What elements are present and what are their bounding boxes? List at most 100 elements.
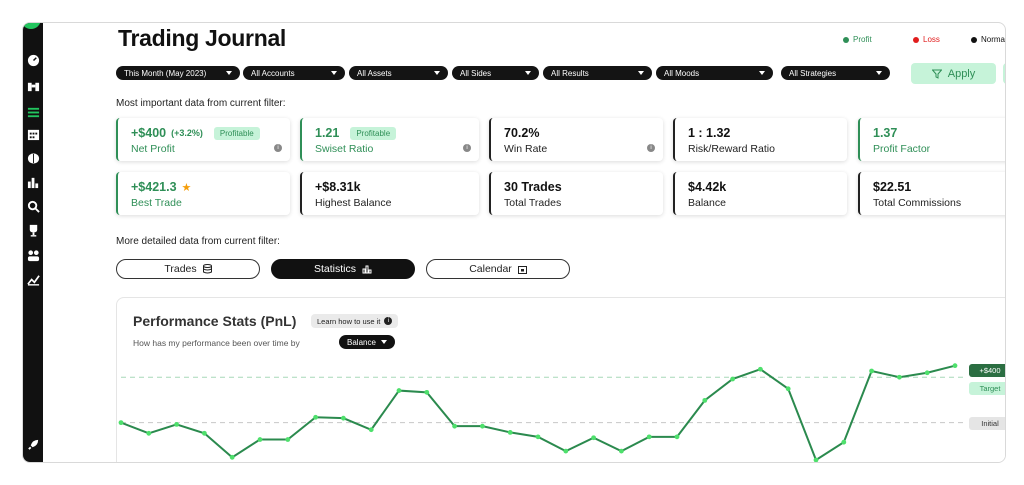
data-point[interactable] <box>313 414 318 420</box>
data-point[interactable] <box>674 434 680 440</box>
list-icon[interactable] <box>26 105 40 119</box>
filter-period[interactable]: This Month (May 2023) <box>116 66 240 80</box>
filter-accounts[interactable]: All Accounts <box>243 66 345 80</box>
data-point[interactable] <box>785 386 791 392</box>
data-point[interactable] <box>118 420 124 426</box>
stat-label: Win Rate <box>504 143 548 155</box>
caret-down-icon <box>525 71 531 75</box>
tab-statistics[interactable]: Statistics <box>271 259 415 279</box>
filter-label: All Accounts <box>251 68 295 78</box>
data-point[interactable] <box>758 366 763 372</box>
stat-label: Swiset Ratio <box>315 143 374 155</box>
binoculars-icon[interactable] <box>26 79 40 93</box>
trophy-icon[interactable] <box>26 223 40 237</box>
rocket-icon[interactable] <box>26 437 40 451</box>
trend-icon[interactable] <box>26 272 40 286</box>
data-point[interactable] <box>229 454 235 460</box>
data-point[interactable] <box>952 363 958 369</box>
stat-sub-value: (+3.2%) <box>171 128 203 138</box>
caret-down-icon <box>759 71 765 75</box>
stat-value-row: 70.2% <box>504 126 539 140</box>
data-point[interactable] <box>257 437 263 442</box>
legend-profit: Profit <box>843 35 872 44</box>
stat-card: $22.51 Total Commissions <box>858 172 1005 215</box>
stat-label: Risk/Reward Ratio <box>688 143 775 155</box>
dashboard-icon[interactable] <box>26 53 40 67</box>
filter-strategies[interactable]: All Strategies <box>781 66 890 80</box>
stat-card: 70.2% Win Rate i <box>489 118 663 161</box>
data-point[interactable] <box>702 397 708 403</box>
data-point[interactable] <box>341 415 346 421</box>
stat-value: 1.21 <box>315 126 340 140</box>
info-icon[interactable]: i <box>463 144 471 152</box>
legend-label: Profit <box>853 35 872 44</box>
data-point[interactable] <box>396 388 402 393</box>
data-point[interactable] <box>368 427 374 433</box>
data-point[interactable] <box>174 422 179 427</box>
data-point[interactable] <box>924 370 930 376</box>
calendar-icon[interactable] <box>26 127 40 141</box>
data-point[interactable] <box>507 430 513 435</box>
stat-card: 30 Trades Total Trades <box>489 172 663 215</box>
users-icon[interactable] <box>26 248 40 262</box>
apply-button[interactable]: Apply <box>911 63 996 84</box>
stat-value: $4.42k <box>688 180 727 194</box>
status-badge: Profitable <box>213 126 260 140</box>
profit-dot-icon <box>843 36 849 43</box>
data-point[interactable] <box>619 448 624 454</box>
logo-icon <box>23 23 41 29</box>
tab-label: Trades <box>164 263 197 275</box>
filter-label: All Moods <box>664 68 700 78</box>
data-point[interactable] <box>452 423 457 429</box>
data-point[interactable] <box>146 430 152 436</box>
stat-value-row: 1.37 <box>873 126 897 140</box>
stat-value-row: 1 : 1.32 <box>688 126 730 140</box>
reset-button[interactable] <box>1003 63 1005 84</box>
data-point[interactable] <box>480 423 485 429</box>
stat-card: $4.42k Balance <box>673 172 847 215</box>
end-value-label: +$400 <box>969 364 1005 377</box>
target-label: Target <box>969 382 1005 395</box>
filter-moods[interactable]: All Moods <box>656 66 773 80</box>
data-point[interactable] <box>591 435 596 441</box>
balance-series-line <box>120 364 956 462</box>
caret-down-icon <box>876 71 882 75</box>
tab-label: Calendar <box>469 263 512 275</box>
filter-assets[interactable]: All Assets <box>349 66 448 80</box>
filter-sides[interactable]: All Sides <box>452 66 539 80</box>
data-point[interactable] <box>841 439 847 445</box>
info-icon[interactable]: i <box>647 144 655 152</box>
data-point[interactable] <box>535 434 541 440</box>
stat-value-row: $22.51 <box>873 180 911 194</box>
data-point[interactable] <box>285 437 291 442</box>
tab-label: Statistics <box>313 263 356 275</box>
data-point[interactable] <box>202 430 207 436</box>
stat-value: 1.37 <box>873 126 898 140</box>
data-point[interactable] <box>869 368 874 374</box>
data-point[interactable] <box>730 376 735 382</box>
star-icon: ★ <box>181 181 192 194</box>
info-icon[interactable]: i <box>274 144 282 152</box>
stat-value: +$8.31k <box>315 180 361 194</box>
data-point[interactable] <box>424 389 430 395</box>
data-point[interactable] <box>563 448 569 454</box>
stat-value-row: +$421.3 ★ <box>131 180 191 194</box>
data-point[interactable] <box>646 434 652 440</box>
caret-down-icon <box>226 71 232 75</box>
filter-results[interactable]: All Results <box>543 66 652 80</box>
brain-icon[interactable] <box>26 151 40 165</box>
filter-label: All Sides <box>460 68 492 78</box>
main-content: Trading Journal Profit Loss Normal This … <box>43 23 1005 462</box>
stat-value-row: +$400 (+3.2%) Profitable <box>131 126 260 140</box>
chart-icon[interactable] <box>26 175 40 189</box>
stat-card: 1.21 Profitable Swiset Ratio i <box>300 118 479 161</box>
search-icon[interactable] <box>26 199 40 213</box>
tab-calendar[interactable]: Calendar <box>426 259 570 279</box>
sidebar <box>23 23 43 462</box>
data-point[interactable] <box>813 457 819 463</box>
tab-trades[interactable]: Trades <box>116 259 260 279</box>
stat-value: +$400 <box>131 126 167 140</box>
data-point[interactable] <box>897 374 902 380</box>
page-title: Trading Journal <box>118 25 287 51</box>
caret-down-icon <box>434 71 440 75</box>
